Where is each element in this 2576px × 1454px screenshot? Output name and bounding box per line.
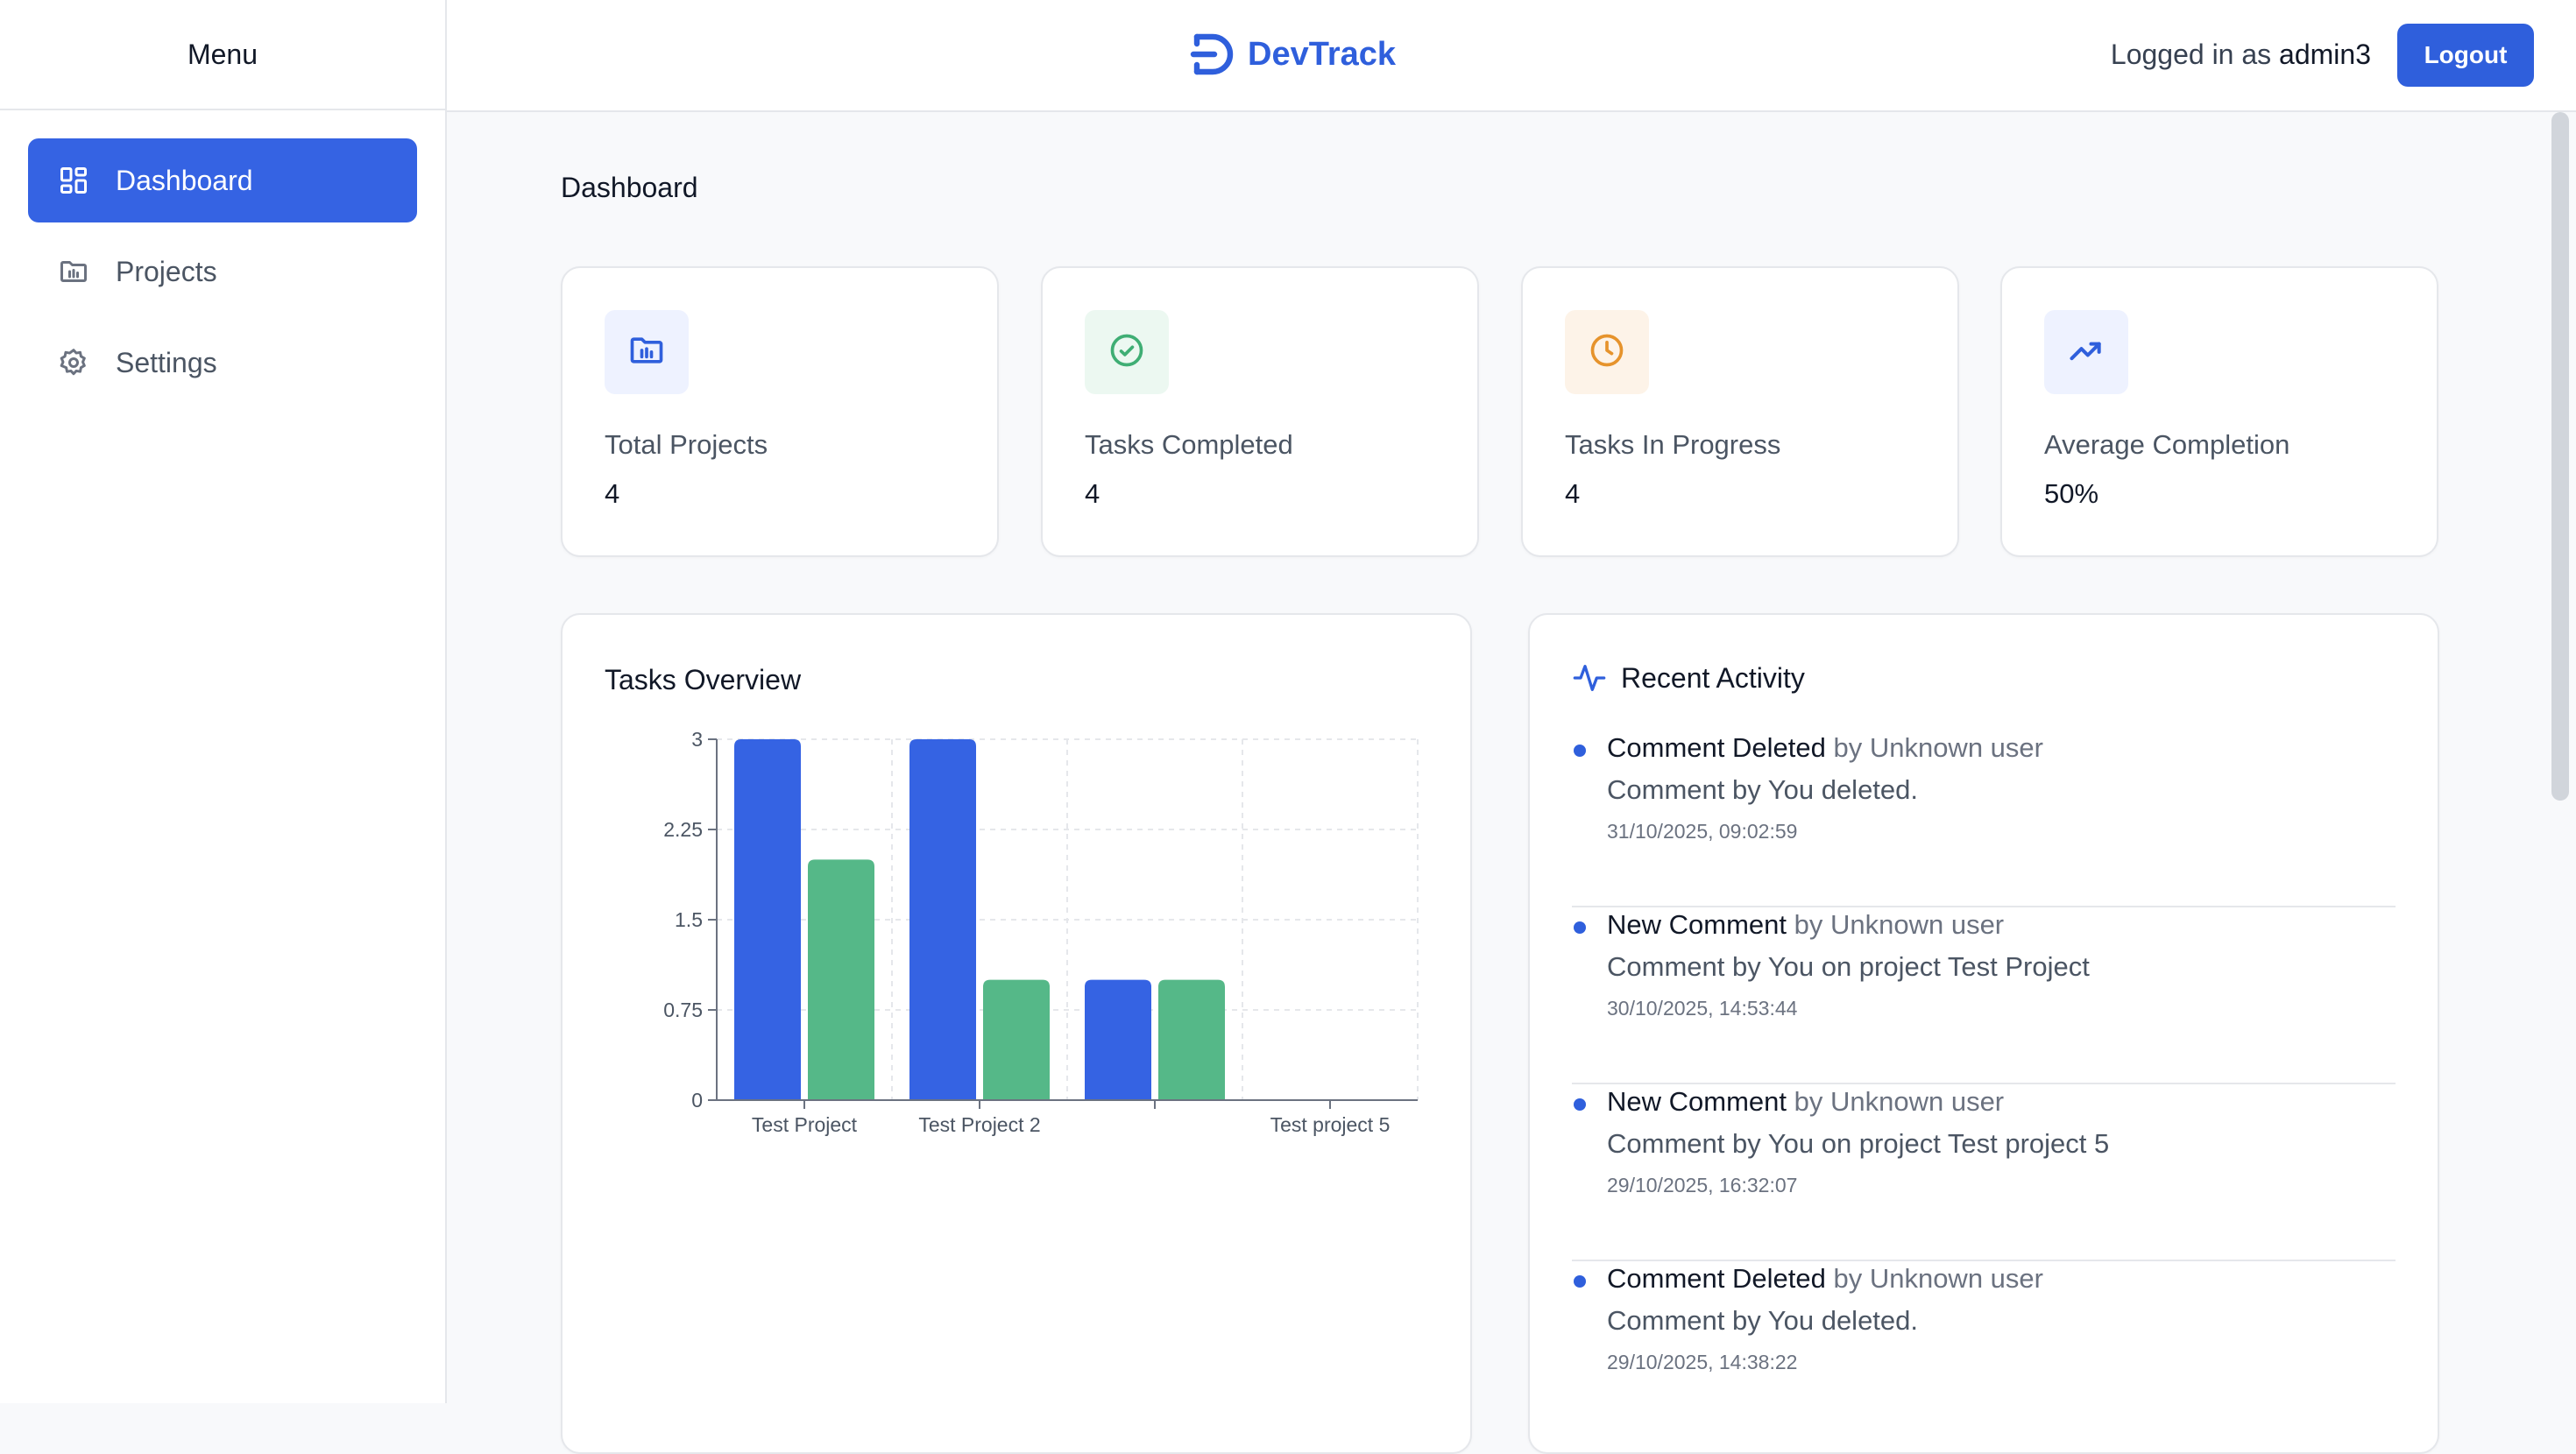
stat-icon-tile: [2044, 310, 2128, 394]
brand-logo[interactable]: DevTrack: [1190, 32, 1396, 77]
user-prefix: Logged in as: [2110, 39, 2272, 70]
stat-icon-tile: [1565, 310, 1649, 394]
stat-label: Tasks In Progress: [1565, 429, 1781, 460]
activity-author: by Unknown user: [1833, 732, 2043, 763]
y-tick-label: 2.25: [663, 818, 703, 841]
activity-icon: [1572, 660, 1607, 695]
brand-name: DevTrack: [1248, 35, 1397, 73]
activity-item: New Comment by Unknown user Comment by Y…: [1572, 907, 2396, 1084]
x-tick-label: Test Project: [752, 1113, 858, 1136]
logout-button[interactable]: Logout: [2397, 24, 2534, 87]
stat-icon-tile: [1085, 310, 1169, 394]
activity-type: New Comment: [1607, 1086, 1787, 1117]
page-title: Dashboard: [561, 172, 698, 203]
chart-bar: [734, 739, 801, 1100]
tasks-overview-chart: 0 0.75 1.5 2.25 3 Test Project Test Project 2 T…: [663, 728, 1419, 1136]
stat-value: 4: [1085, 478, 1100, 509]
x-tick-label: Test project 5: [1270, 1113, 1391, 1136]
folder-chart-icon: [627, 331, 666, 374]
sidebar-item-label: Projects: [116, 255, 217, 287]
stat-label: Average Completion: [2044, 429, 2290, 460]
sidebar-item-dashboard[interactable]: Dashboard: [28, 138, 417, 222]
recent-activity-title: Recent Activity: [1621, 661, 1805, 694]
sidebar-nav: Dashboard Projects Settings: [0, 110, 445, 440]
stat-card-tasks-completed: Tasks Completed 4: [1041, 266, 1479, 557]
chart-title: Tasks Overview: [605, 664, 802, 695]
stat-value: 50%: [2044, 478, 2099, 509]
trending-up-icon: [2067, 331, 2105, 374]
tasks-overview-card: Tasks Overview 0 0.75 1.5 2.25 3 Test Project…: [561, 613, 1472, 1454]
activity-detail: Comment by You deleted.: [1607, 1305, 1919, 1336]
activity-timestamp: 29/10/2025, 16:32:07: [1607, 1174, 1798, 1196]
chart-bar: [1158, 979, 1225, 1100]
check-circle-icon: [1108, 331, 1146, 374]
y-tick-label: 3: [691, 728, 703, 751]
devtrack-logo-icon: [1190, 32, 1239, 77]
recent-activity-card: Recent Activity Comment Deleted by Unkno…: [1528, 613, 2439, 1454]
stat-label: Total Projects: [605, 429, 768, 460]
activity-author: by Unknown user: [1833, 1263, 2043, 1294]
stat-card-average-completion: Average Completion 50%: [2000, 266, 2438, 557]
stat-card-total-projects: Total Projects 4: [561, 266, 999, 557]
x-tick-label: Test Project 2: [918, 1113, 1040, 1136]
chart-bar: [909, 739, 976, 1100]
activity-type: New Comment: [1607, 909, 1787, 940]
activity-dot: [1574, 921, 1586, 934]
activity-type: Comment Deleted: [1607, 1263, 1826, 1294]
activity-timestamp: 31/10/2025, 09:02:59: [1607, 820, 1798, 843]
activity-detail: Comment by You deleted.: [1607, 774, 1919, 805]
username: admin3: [2279, 39, 2371, 70]
activity-dot: [1574, 1275, 1586, 1288]
activity-timestamp: 29/10/2025, 14:38:22: [1607, 1351, 1798, 1373]
stat-icon-tile: [605, 310, 689, 394]
chart-bar: [1085, 979, 1151, 1100]
page-scrollbar[interactable]: [2551, 112, 2569, 801]
activity-item: New Comment by Unknown user Comment by Y…: [1572, 1084, 2396, 1261]
gear-icon: [56, 345, 91, 380]
activity-dot: [1574, 1098, 1586, 1111]
top-header: DevTrack Logged in as admin3 Logout: [447, 0, 2576, 112]
chart-bar: [808, 859, 874, 1100]
stat-value: 4: [605, 478, 620, 509]
y-tick-label: 0.75: [663, 999, 703, 1021]
stat-label: Tasks Completed: [1085, 429, 1293, 460]
y-tick-label: 1.5: [675, 908, 703, 931]
sidebar-item-label: Dashboard: [116, 164, 253, 196]
activity-list: Comment Deleted by Unknown user Comment …: [1572, 731, 2396, 1438]
sidebar-item-projects[interactable]: Projects: [28, 229, 417, 314]
folder-icon: [56, 254, 91, 289]
stat-card-tasks-in-progress: Tasks In Progress 4: [1521, 266, 1959, 557]
activity-item: Comment Deleted by Unknown user Comment …: [1572, 731, 2396, 907]
sidebar-item-label: Settings: [116, 346, 217, 378]
activity-author: by Unknown user: [1794, 909, 2005, 940]
clock-icon: [1588, 331, 1626, 374]
dashboard-icon: [56, 163, 91, 198]
sidebar-title: Menu: [0, 0, 445, 110]
stat-value: 4: [1565, 478, 1581, 509]
sidebar: Menu Dashboard Projects Settings: [0, 0, 447, 1403]
recent-activity-header: Recent Activity: [1572, 660, 1805, 695]
chart-bar: [983, 979, 1050, 1100]
y-tick-label: 0: [691, 1089, 703, 1112]
activity-dot: [1574, 745, 1586, 757]
activity-author: by Unknown user: [1794, 1086, 2005, 1117]
sidebar-item-settings[interactable]: Settings: [28, 321, 417, 405]
activity-detail: Comment by You on project Test Project: [1607, 951, 2090, 982]
activity-type: Comment Deleted: [1607, 732, 1826, 763]
logged-in-status: Logged in as admin3: [2111, 39, 2371, 71]
activity-timestamp: 30/10/2025, 14:53:44: [1607, 997, 1798, 1020]
activity-detail: Comment by You on project Test project 5: [1607, 1128, 2110, 1159]
activity-item: Comment Deleted by Unknown user Comment …: [1572, 1261, 2396, 1438]
